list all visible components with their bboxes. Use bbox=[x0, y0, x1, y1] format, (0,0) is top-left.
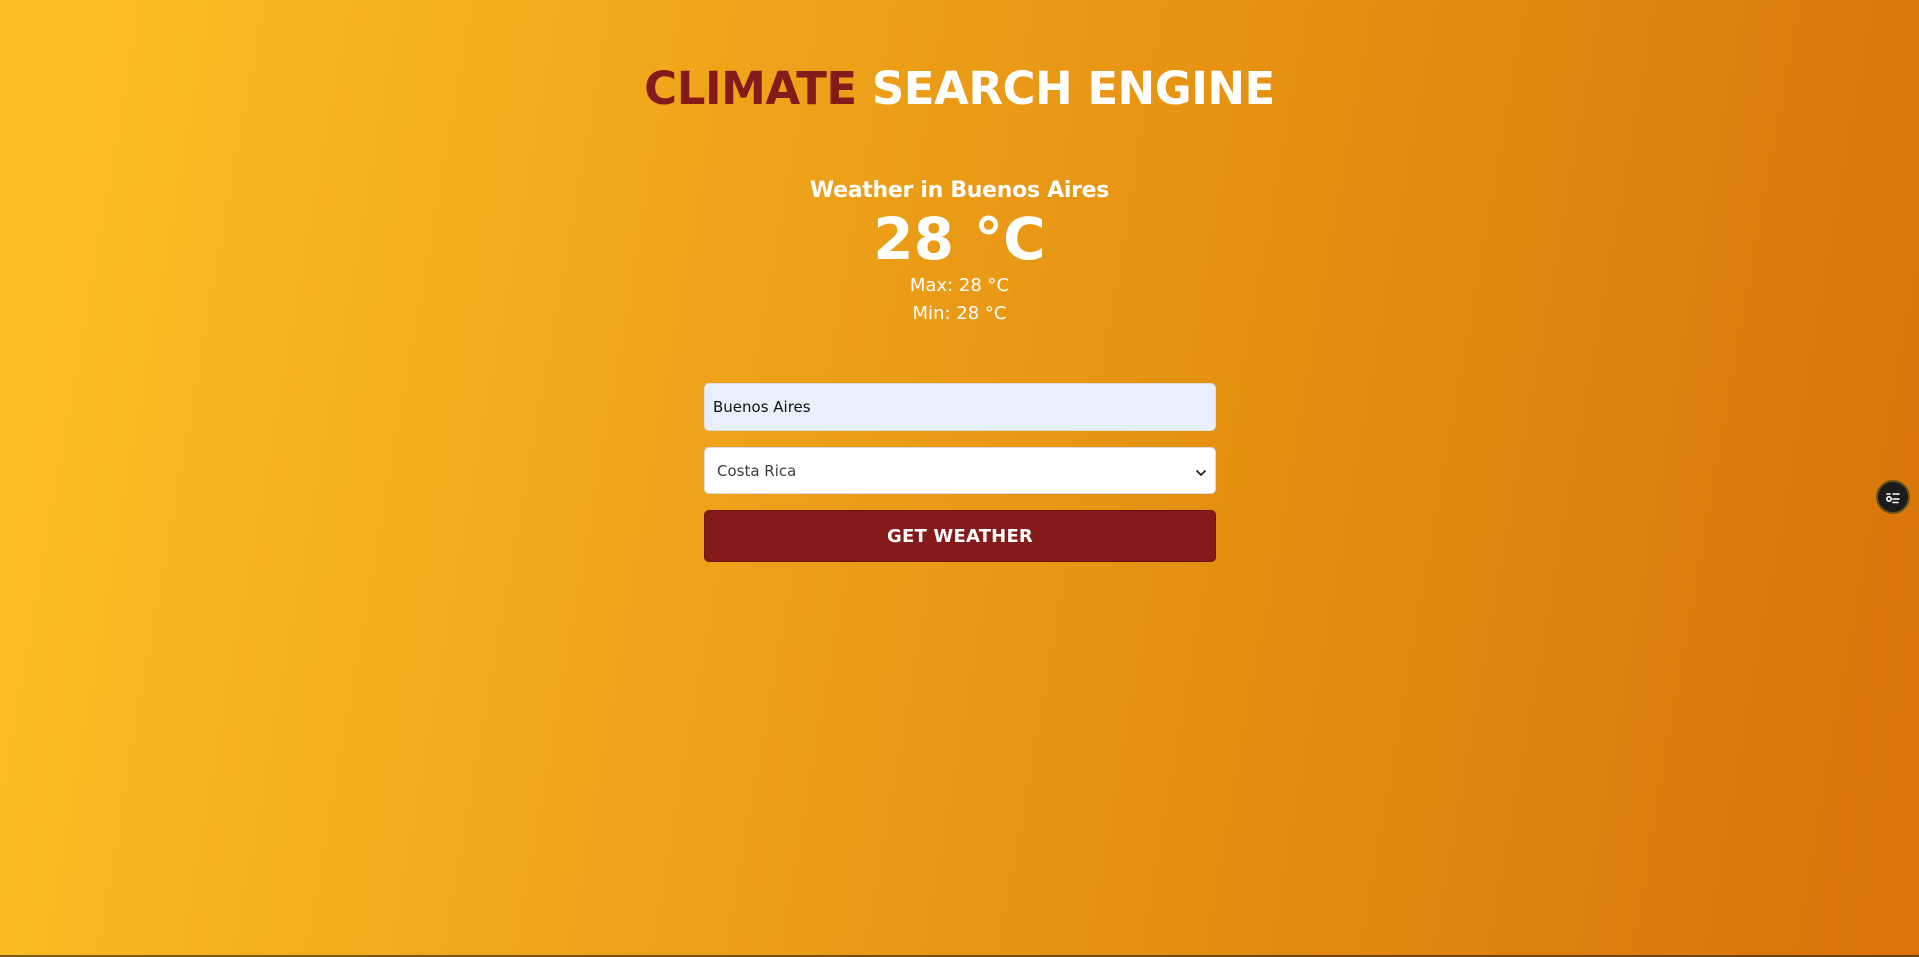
settings-sliders-icon bbox=[1884, 488, 1902, 506]
weather-form: Costa Rica GET WEATHER bbox=[704, 383, 1216, 562]
title-rest: SEARCH ENGINE bbox=[856, 62, 1275, 115]
weather-heading: Weather in Buenos Aires bbox=[809, 178, 1110, 203]
min-temperature: Min: 28 °C bbox=[912, 303, 1007, 324]
get-weather-button[interactable]: GET WEATHER bbox=[704, 510, 1216, 562]
max-temperature: Max: 28 °C bbox=[909, 275, 1010, 296]
city-input[interactable] bbox=[704, 383, 1216, 431]
page-title: CLIMATE SEARCH ENGINE bbox=[0, 62, 1919, 115]
chevron-down-icon bbox=[1195, 465, 1207, 477]
page: CLIMATE SEARCH ENGINE Weather in Buenos … bbox=[0, 0, 1919, 957]
floating-settings-button[interactable] bbox=[1876, 480, 1910, 514]
weather-result: Weather in Buenos Aires 28 °C Max: 28 °C… bbox=[0, 176, 1919, 328]
title-accent: CLIMATE bbox=[644, 62, 857, 115]
country-select[interactable]: Costa Rica bbox=[704, 447, 1216, 494]
country-select-value: Costa Rica bbox=[717, 461, 797, 480]
current-temperature: 28 °C bbox=[873, 205, 1046, 273]
